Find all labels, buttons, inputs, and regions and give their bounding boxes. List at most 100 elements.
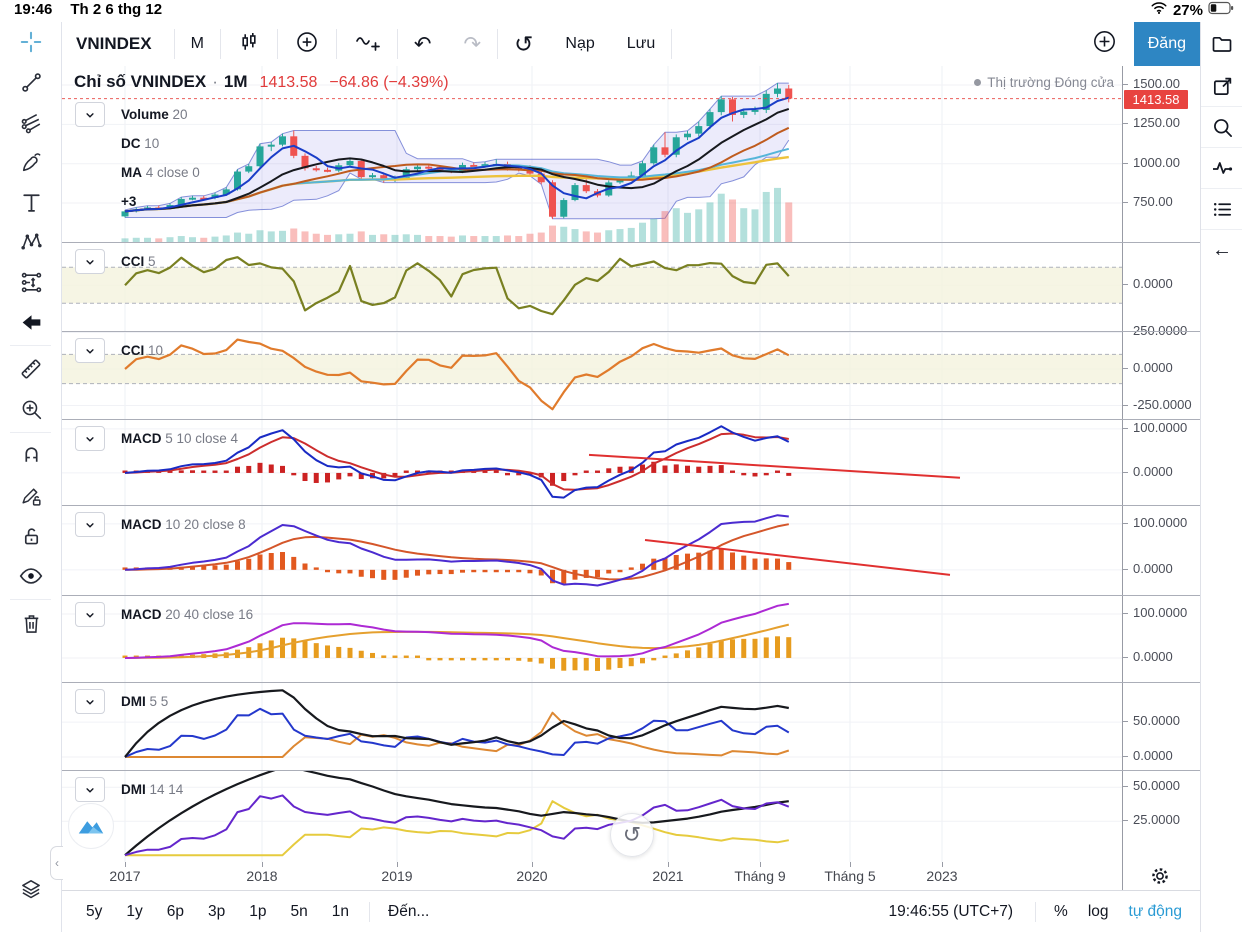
price-change: −64.86 (−4.39%) (329, 74, 448, 92)
status-dot-icon (974, 79, 981, 86)
dmi2-pane[interactable] (62, 771, 1122, 862)
axis-label: 1500.00 (1123, 76, 1180, 91)
time-axis-label: Tháng 9 (734, 868, 785, 884)
reload-icon[interactable]: ↺ (498, 22, 549, 66)
undo-button[interactable]: ↶ (398, 22, 448, 66)
top-toolbar: VNINDEX M ↶ ↷ ↺ Nạp Lưu Đăng (62, 22, 1200, 66)
cci5-pane[interactable] (62, 243, 1122, 332)
load-layout-button[interactable]: Nạp (549, 22, 610, 66)
chevron-down-icon[interactable] (75, 102, 105, 127)
status-time: 19:46 (14, 1, 52, 18)
right-toolbar: ← (1200, 22, 1242, 932)
price-pane[interactable] (62, 66, 1122, 243)
folder-icon[interactable] (1201, 22, 1242, 66)
indicator-label[interactable]: MACD 5 10 close 4 (121, 431, 238, 446)
status-date: Th 2 6 thg 12 (70, 1, 162, 18)
axis-label: 750.00 (1123, 194, 1173, 209)
collapse-toolbar-tab[interactable]: ‹ (50, 846, 63, 880)
percent-scale-button[interactable]: % (1044, 903, 1078, 921)
xabcd-pattern-icon[interactable] (0, 222, 62, 262)
range-3m[interactable]: 3p (196, 903, 237, 921)
chevron-down-icon[interactable] (75, 602, 105, 627)
external-link-icon[interactable] (1201, 66, 1242, 107)
indicator-label[interactable]: CCI 10 (121, 343, 163, 358)
zoom-in-icon[interactable] (0, 389, 62, 429)
position-tool-icon[interactable] (0, 262, 62, 302)
gear-icon[interactable] (1148, 864, 1172, 893)
pane-separator[interactable] (62, 242, 1200, 243)
indicator-label[interactable]: MACD 20 40 close 16 (121, 607, 253, 622)
dmi1-pane[interactable] (62, 683, 1122, 771)
indicator-label[interactable]: DMI 14 14 (121, 782, 183, 797)
text-tool-icon[interactable] (0, 182, 62, 222)
search-icon[interactable] (1201, 107, 1242, 148)
chart-type-button[interactable] (221, 22, 277, 66)
trash-icon[interactable] (0, 603, 62, 643)
indicator-label[interactable]: MACD 10 20 close 8 (121, 517, 246, 532)
indicator-label[interactable]: CCI 5 (121, 254, 156, 269)
chevron-down-icon[interactable] (75, 249, 105, 274)
time-axis[interactable]: 20172018201920202021Tháng 9Tháng 52023 (62, 862, 1200, 890)
range-6m[interactable]: 6p (155, 903, 196, 921)
legend-more[interactable]: +3 (121, 194, 136, 209)
auto-scale-button[interactable]: tự động (1119, 903, 1192, 921)
redo-button[interactable]: ↷ (448, 22, 498, 66)
range-1y[interactable]: 1y (114, 903, 154, 921)
symbol-title: Chỉ số VNINDEX (74, 72, 206, 92)
legend-volume[interactable]: Volume 20 (121, 107, 188, 122)
legend-ma[interactable]: MA 4 close 0 (121, 165, 200, 180)
chevron-down-icon[interactable] (75, 512, 105, 537)
range-1m[interactable]: 1p (237, 903, 278, 921)
chevron-down-icon[interactable] (75, 777, 105, 802)
new-chart-button[interactable] (1075, 22, 1134, 66)
multi-line-tool-icon[interactable] (0, 102, 62, 142)
plus-circle-icon (294, 29, 320, 60)
ruler-icon[interactable] (0, 349, 62, 389)
arrow-marker-icon[interactable] (0, 302, 62, 342)
alerts-pulse-icon[interactable] (1201, 148, 1242, 189)
symbol-button[interactable]: VNINDEX (62, 22, 174, 66)
clock-timezone[interactable]: 19:46:55 (UTC+7) (889, 903, 1014, 921)
plus-circle-icon (1091, 28, 1118, 60)
cci10-pane[interactable] (62, 332, 1122, 420)
log-scale-button[interactable]: log (1078, 903, 1119, 921)
save-layout-button[interactable]: Lưu (611, 22, 672, 66)
interval-button[interactable]: M (175, 22, 220, 66)
price-axis[interactable]: 1500.001250.001000.00750.000.0000250.000… (1122, 66, 1200, 862)
trend-line-icon[interactable] (0, 62, 62, 102)
candles-icon (237, 30, 261, 59)
range-5d[interactable]: 5n (279, 903, 320, 921)
axis-label: 0.0000 (1123, 276, 1173, 291)
add-indicator-button[interactable] (278, 22, 336, 66)
reset-view-button[interactable]: ↺ (610, 813, 654, 857)
chevron-down-icon[interactable] (75, 426, 105, 451)
pane-separator[interactable] (62, 505, 1200, 506)
legend-dc[interactable]: DC 10 (121, 136, 159, 151)
time-axis-label: 2021 (652, 868, 683, 884)
pane-separator[interactable] (62, 770, 1200, 771)
pane-legend-dmi1: DMI 5 5 (75, 687, 168, 716)
pane-separator[interactable] (62, 419, 1200, 420)
pane-separator[interactable] (62, 595, 1200, 596)
chevron-down-icon[interactable] (75, 338, 105, 363)
brush-icon[interactable] (0, 142, 62, 182)
axis-label: 1250.00 (1123, 115, 1180, 130)
indicator-label[interactable]: DMI 5 5 (121, 694, 168, 709)
chart-area[interactable]: Chỉ số VNINDEX · 1M 1413.58 −64.86 (−4.3… (62, 66, 1200, 862)
compare-button[interactable] (337, 22, 397, 66)
pane-separator[interactable] (62, 682, 1200, 683)
goto-date-button[interactable]: Đến... (388, 903, 429, 921)
crosshair-icon[interactable] (0, 22, 62, 62)
publish-button[interactable]: Đăng (1134, 22, 1200, 66)
range-1d[interactable]: 1n (320, 903, 361, 921)
time-axis-label: 2018 (246, 868, 277, 884)
pane-separator[interactable] (62, 331, 1200, 332)
magnet-icon[interactable] (0, 436, 62, 476)
range-5y[interactable]: 5y (74, 903, 114, 921)
unlock-icon[interactable] (0, 516, 62, 556)
watchlist-icon[interactable] (1201, 189, 1242, 230)
chevron-down-icon[interactable] (75, 689, 105, 714)
arrow-left-icon[interactable]: ← (1201, 230, 1242, 271)
drawing-lock-icon[interactable] (0, 476, 62, 516)
eye-icon[interactable] (0, 556, 62, 596)
